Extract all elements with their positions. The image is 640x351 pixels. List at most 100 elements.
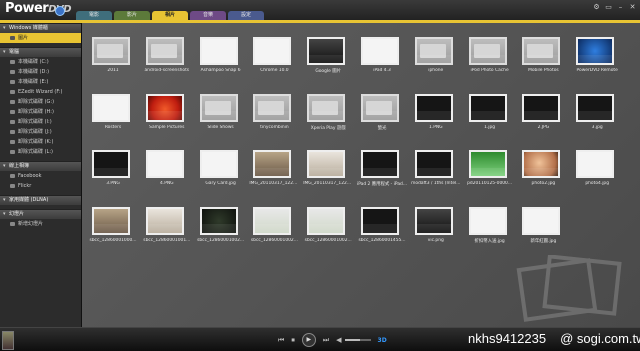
thumbnail-item[interactable]: sbcc_12860001455...: [357, 206, 411, 264]
image-thumbnail[interactable]: [414, 206, 453, 235]
thumbnail-item[interactable]: sbcc_12860001002...: [249, 206, 303, 264]
gear-icon[interactable]: ⚙: [593, 4, 600, 11]
sidebar-item[interactable]: 本機磁碟 (D:): [0, 67, 81, 77]
thumbnail-item[interactable]: Mobile Photos: [518, 37, 572, 94]
stop-icon[interactable]: ⏹: [291, 336, 295, 345]
image-thumbnail[interactable]: [576, 37, 615, 65]
thumbnail-item[interactable]: 1.jpg: [465, 93, 519, 151]
folder-icon[interactable]: [92, 37, 130, 65]
image-thumbnail[interactable]: [576, 93, 615, 122]
thumbnail-item[interactable]: iPod Photo Cache: [465, 37, 519, 94]
image-thumbnail[interactable]: [307, 150, 346, 178]
image-thumbnail[interactable]: [360, 37, 399, 65]
image-thumbnail[interactable]: [145, 150, 184, 178]
image-thumbnail[interactable]: [253, 150, 292, 178]
sidebar-item[interactable]: 卸除式磁碟 (G:): [0, 97, 81, 107]
image-thumbnail[interactable]: [253, 37, 292, 65]
sidebar-item[interactable]: 卸除式磁碟 (H:): [0, 107, 81, 117]
folder-icon[interactable]: [199, 93, 238, 122]
folder-icon[interactable]: [414, 37, 453, 65]
folder-icon[interactable]: [307, 93, 346, 122]
close-icon[interactable]: ✕: [629, 4, 636, 11]
tab-music[interactable]: 音樂: [190, 11, 226, 20]
thumbnail-item[interactable]: IMG_20110317_1221...: [303, 150, 357, 207]
sidebar-item[interactable]: 卸除式磁碟 (I:): [0, 117, 81, 127]
folder-icon[interactable]: [253, 93, 292, 122]
folder-icon[interactable]: [360, 93, 399, 122]
thumbnail-item[interactable]: 3.jpg: [572, 93, 626, 151]
image-thumbnail[interactable]: [199, 206, 238, 235]
sidebar-item[interactable]: 卸除式磁碟 (J:): [0, 127, 81, 137]
3d-badge[interactable]: 3D: [378, 337, 387, 344]
thumbnail-item[interactable]: photo2.jpg: [518, 150, 572, 207]
image-thumbnail[interactable]: [92, 150, 130, 178]
sidebar-item[interactable]: 本機磁碟 (E:): [0, 77, 81, 87]
thumbnail-item[interactable]: 2.JPG: [518, 93, 572, 151]
thumbnail-item[interactable]: tinycombinin: [249, 93, 303, 151]
thumbnail-item[interactable]: 折扣幣入送.jpg: [465, 206, 519, 264]
image-thumbnail[interactable]: [145, 206, 184, 235]
thumbnail-item[interactable]: sbcc_12860001000...: [88, 206, 142, 264]
image-thumbnail[interactable]: [468, 206, 507, 235]
sidebar-section-header[interactable]: ▾ 幻燈片: [0, 209, 81, 219]
sidebar-item[interactable]: Facebook: [0, 171, 81, 181]
thumbnail-item[interactable]: iphone: [411, 37, 465, 94]
tab-videos[interactable]: 影片: [114, 11, 150, 20]
thumbnail-item[interactable]: Sample Pictures: [142, 93, 196, 151]
thumbnail-item[interactable]: 3.PNG: [88, 150, 142, 207]
next-icon[interactable]: ⏭: [323, 336, 329, 345]
sidebar-section-header[interactable]: ▾ 線上相簿: [0, 161, 81, 171]
thumbnail-item[interactable]: 2011: [88, 37, 142, 94]
image-thumbnail[interactable]: [522, 93, 561, 122]
image-thumbnail[interactable]: [92, 206, 130, 235]
thumbnail-item[interactable]: 1.PNG: [411, 93, 465, 151]
image-thumbnail[interactable]: [468, 150, 507, 178]
folder-icon[interactable]: [145, 37, 184, 65]
thumbnail-item[interactable]: Slide Shows: [196, 93, 250, 151]
sidebar-item[interactable]: 新增幻燈片: [0, 219, 81, 229]
image-thumbnail[interactable]: [522, 150, 561, 178]
sidebar-item[interactable]: Flickr: [0, 181, 81, 191]
image-thumbnail[interactable]: [199, 37, 238, 65]
image-thumbnail[interactable]: [360, 150, 399, 178]
thumbnail-item[interactable]: modaft3 / 1ths (Intel...: [411, 150, 465, 207]
thumbnail-item[interactable]: android-screenshots: [142, 37, 196, 94]
thumbnail-item[interactable]: Xperia Play 遊戲: [303, 93, 357, 151]
sidebar-item[interactable]: 卸除式磁碟 (K:): [0, 137, 81, 147]
tab-photos[interactable]: 相片: [152, 11, 188, 20]
sidebar-section-header[interactable]: ▾ Windows 媒體櫃: [0, 23, 81, 33]
image-thumbnail[interactable]: [414, 150, 453, 178]
thumbnail-item[interactable]: sbcc_12860001002...: [303, 206, 357, 264]
restore-icon[interactable]: ▭: [605, 4, 612, 11]
thumbnail-item[interactable]: Rosters: [88, 93, 142, 151]
image-thumbnail[interactable]: [360, 206, 399, 235]
thumbnail-item[interactable]: Chrome 10.0: [249, 37, 303, 94]
thumbnail-item[interactable]: photo4.jpg: [572, 150, 626, 207]
sidebar-section-header[interactable]: ▾ 家用媒體 (DLNA): [0, 195, 81, 205]
minimize-icon[interactable]: –: [617, 4, 624, 11]
thumbnail-item[interactable]: Ashampoo Snap 6: [196, 37, 250, 94]
thumbnail-item[interactable]: Google 圖片: [303, 37, 357, 94]
thumbnail-item[interactable]: vic.png: [411, 206, 465, 264]
image-thumbnail[interactable]: [468, 93, 507, 122]
thumbnail-item[interactable]: 螢光: [357, 93, 411, 151]
image-thumbnail[interactable]: [307, 37, 346, 65]
image-thumbnail[interactable]: [253, 206, 292, 235]
thumbnail-item[interactable]: sbcc_12860001001...: [142, 206, 196, 264]
thumbnail-item[interactable]: PowerDVD Remote: [572, 37, 626, 94]
thumbnail-item[interactable]: iPad 2 應用程式 - iPad...: [357, 150, 411, 207]
sidebar-item[interactable]: 圖片: [0, 33, 81, 43]
thumbnail-item[interactable]: 4.PNG: [142, 150, 196, 207]
sidebar-item[interactable]: 卸除式磁碟 (L:): [0, 147, 81, 157]
folder-icon[interactable]: [468, 37, 507, 65]
image-thumbnail[interactable]: [414, 93, 453, 122]
sidebar-item[interactable]: 本機磁碟 (C:): [0, 57, 81, 67]
sidebar-item[interactable]: EZedit Wizard (F:): [0, 87, 81, 97]
image-thumbnail[interactable]: [199, 150, 238, 178]
thumbnail-item[interactable]: IMG_20110317_1221...: [249, 150, 303, 207]
volume-slider[interactable]: [344, 339, 371, 341]
tab-movies[interactable]: 電影: [76, 11, 112, 20]
folder-icon[interactable]: [522, 37, 561, 65]
image-thumbnail[interactable]: [307, 206, 346, 235]
thumbnail-item[interactable]: Gary Card.jpg: [196, 150, 250, 207]
